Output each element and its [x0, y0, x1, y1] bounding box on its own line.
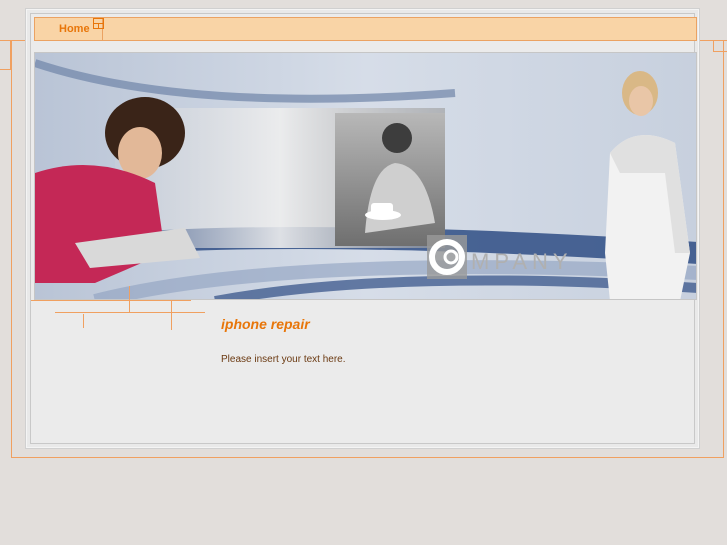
- banner-artwork: MPANY: [35, 53, 696, 299]
- content-title: iphone repair: [221, 316, 310, 332]
- banner-logo-text: MPANY: [471, 249, 573, 274]
- page-container: Home MPANY iphone repair Please insert y…: [25, 8, 700, 449]
- deco-line-3: [83, 314, 84, 328]
- content-panel: Home MPANY iphone repair Please insert y…: [30, 13, 697, 444]
- deco-line-5: [171, 300, 172, 330]
- header-banner-image: MPANY: [34, 52, 697, 300]
- deco-line-4: [129, 286, 130, 312]
- top-navigation-bar: Home: [34, 17, 697, 41]
- grid-icon: [93, 18, 104, 29]
- deco-line-2: [55, 312, 205, 313]
- content-body-text: Please insert your text here.: [221, 354, 346, 365]
- deco-line-1: [31, 300, 191, 301]
- left-frame-tab: [0, 40, 11, 70]
